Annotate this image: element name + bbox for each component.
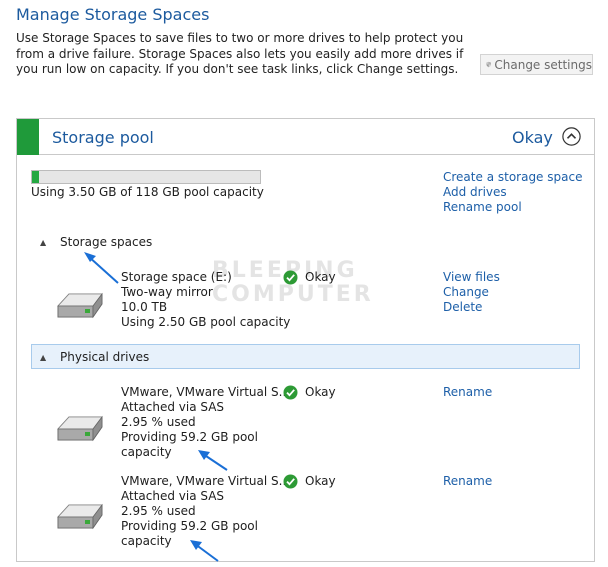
annotation-arrow-storage-space: [87, 255, 119, 284]
annotation-arrows: [84, 252, 228, 562]
